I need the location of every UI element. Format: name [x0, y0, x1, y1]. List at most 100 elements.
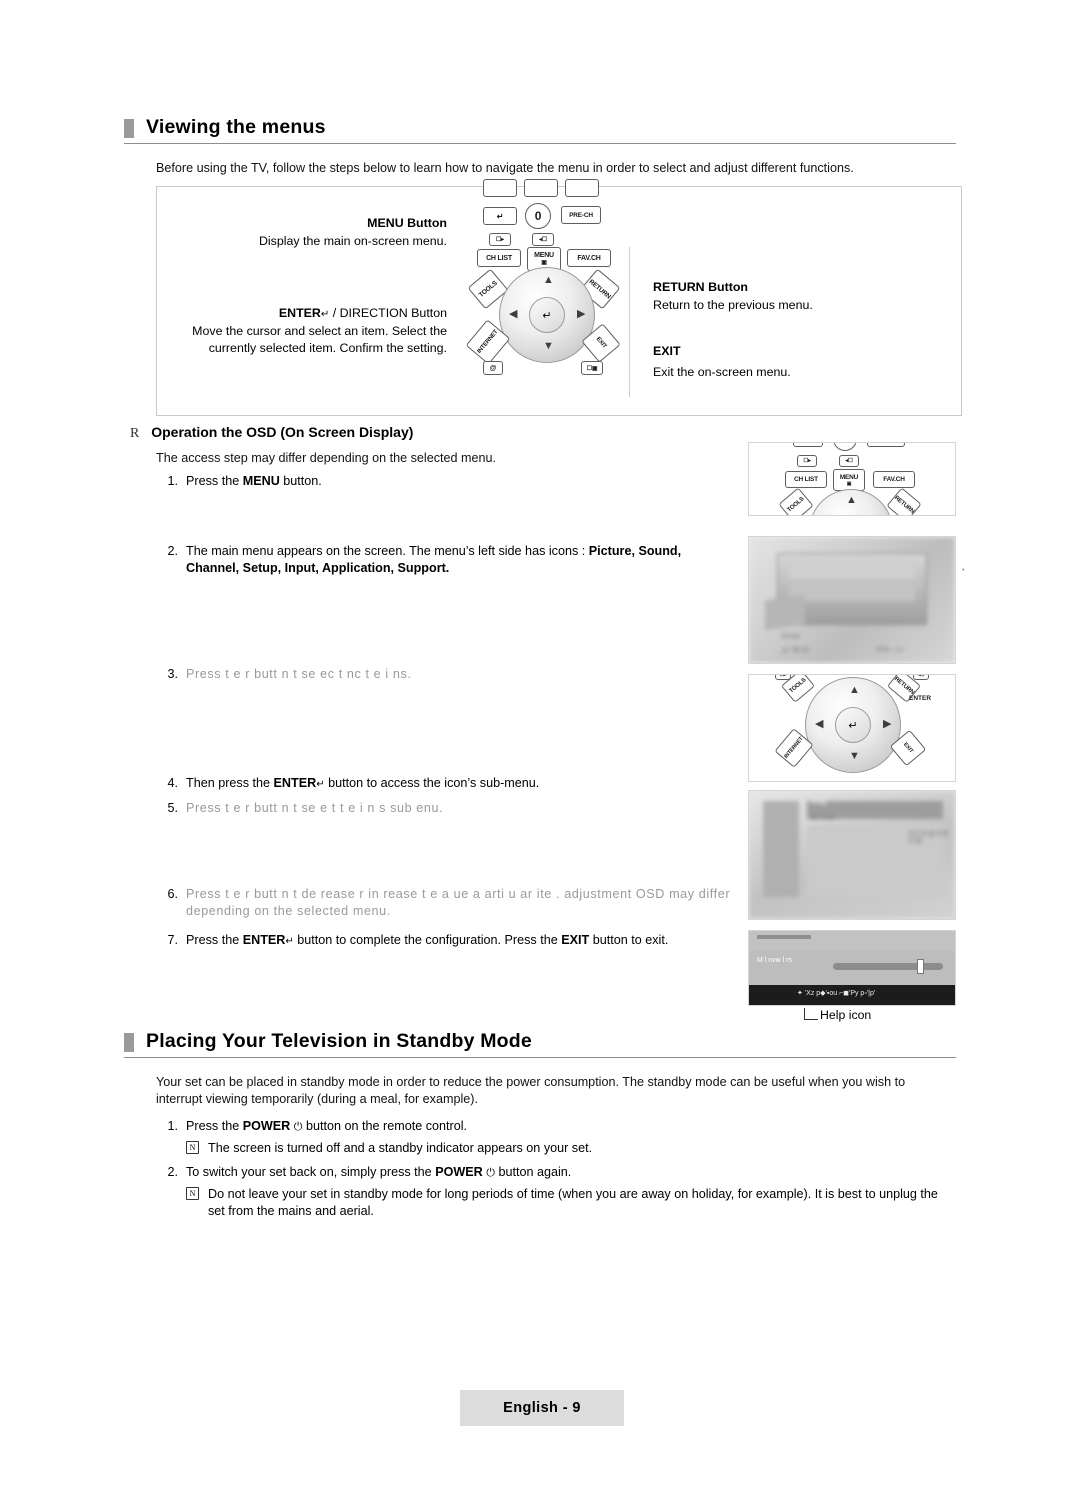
thumb3-enter-button: ↵	[835, 707, 871, 743]
thumb3-marker-left: ☐▸	[775, 675, 791, 680]
remote-key-marker-2: ◂☐	[532, 233, 554, 246]
help-icon-caption: Help icon	[820, 1008, 872, 1022]
menu-button-description: Display the main on-screen menu.	[258, 234, 447, 248]
return-button-description: Return to the previous menu.	[653, 298, 813, 312]
thumb1-key-tools: TOOLS	[778, 487, 814, 515]
help-icon-leader-line	[804, 1008, 818, 1020]
thumb1-key-menu: MENU ▣	[833, 469, 865, 491]
step-number: 4.	[167, 776, 178, 790]
step-number: 5.	[167, 801, 178, 815]
page-footer: English - 9	[460, 1390, 624, 1426]
osd-bullet-icon: R	[130, 426, 140, 441]
step-number: 2.	[167, 544, 178, 558]
remote-key-blank-2	[524, 179, 558, 197]
osd-step-3: 3. Press t e r butt n t se ec t nc t e i…	[156, 666, 726, 683]
osd-subheading-text: Operation the OSD (On Screen Display)	[151, 424, 414, 440]
return-button-label: RETURN Button	[653, 279, 748, 296]
remote-key-menu-label: MENU	[534, 252, 554, 259]
enter-glyph-icon: ↵	[320, 309, 330, 320]
thumbnail-adjust-screen: M l nvw l rs ✦ 'Xz p◆'▪ᴏu ⌐◼'Py p▫'|p'	[748, 930, 956, 1006]
thumb3-left-arrow-icon: ◀	[815, 718, 824, 730]
step-text: Press the POWER ⏻ button on the remote c…	[186, 1119, 468, 1133]
osd-note-paragraph: The access step may differ depending on …	[156, 451, 497, 465]
step-text: Then press the ENTER↵ button to access t…	[186, 776, 540, 790]
heading-text: Viewing the menus	[146, 116, 326, 138]
thumb1-key-ch-list: CH LIST	[785, 471, 827, 488]
remote-key-blank-3	[565, 179, 599, 197]
remote-key-marker-1: ☐▸	[489, 233, 511, 246]
step-number: 2.	[167, 1165, 178, 1179]
thumb1-key-pre-ch: PRE-CH	[867, 443, 905, 447]
step-text-faded: Press t e r butt n t de rease r in rease…	[186, 887, 731, 918]
osd-subheading: R Operation the OSD (On Screen Display)	[130, 424, 413, 442]
thumb1-key-menu-glyph-icon: ▣	[846, 480, 852, 487]
standby-note-1: N The screen is turned off and a standby…	[186, 1140, 786, 1157]
enter-direction-label: ENTER↵ / DIRECTION Button	[177, 305, 447, 324]
step-text: Press t e r butt n t se ec t nc t e i ns…	[186, 667, 412, 681]
osd-step-4: 4. Then press the ENTER↵ button to acces…	[156, 775, 726, 793]
section-heading-viewing-the-menus: Viewing the menus	[124, 116, 956, 144]
note-icon: N	[186, 1187, 199, 1200]
wheel-down-arrow-icon: ▼	[543, 340, 554, 352]
step-text: To switch your set back on, simply press…	[186, 1165, 572, 1179]
enter-glyph-icon: ↵	[316, 779, 325, 790]
standby-note-2: N Do not leave your set in standby mode …	[186, 1186, 946, 1220]
wheel-enter-button: ↵	[529, 297, 565, 333]
step-text: The main menu appears on the screen. The…	[186, 544, 682, 575]
thumb5-slider-track	[833, 963, 943, 970]
step-number: 1.	[167, 474, 178, 488]
standby-step-2: 2. To switch your set back on, simply pr…	[156, 1164, 756, 1182]
osd-step-1: 1. Press the MENU button.	[156, 473, 716, 490]
thumb1-marker-2: ◂☐	[839, 455, 859, 467]
thumb4-blurred-content: Xrog' M l nvw E'D E'@ E'B E'@	[749, 791, 955, 919]
step-number: 6.	[167, 887, 178, 901]
thumb5-label: M l nvw l rs	[757, 957, 792, 964]
step-text: Press the MENU button.	[186, 474, 322, 488]
remote-key-blank-1	[483, 179, 517, 197]
wheel-left-arrow-icon: ◀	[509, 308, 518, 320]
thumb2-row-1	[789, 561, 915, 579]
remote-key-zero: 0	[525, 203, 551, 229]
thumb4-rows: E'D E'@ E'B E'@	[909, 831, 948, 845]
remote-key-pre-ch: PRE-CH	[561, 206, 601, 224]
wheel-up-arrow-icon: ▲	[543, 274, 554, 286]
return-label-text: RETURN Button	[653, 280, 748, 294]
thumb3-down-arrow-icon: ▼	[849, 750, 860, 762]
thumb3-graphic: TOOLS RETURN ☐▸ ◂☐ ↵ ▲ ▼ ◀ ▶ INTERNET EX…	[774, 675, 943, 781]
step-text: Press t e r butt n t de rease r in rease…	[186, 886, 731, 920]
thumb1-key-enter: ↵	[793, 443, 823, 447]
thumbnail-remote-keypad: ↵ 0 PRE-CH ☐▸ ◂☐ CH LIST MENU ▣ FAV.CH T…	[748, 442, 956, 516]
remote-key-ch-list: CH LIST	[477, 249, 521, 267]
power-icon: ⏻	[293, 1121, 303, 1133]
thumbnail-direction-wheel: TOOLS RETURN ☐▸ ◂☐ ↵ ▲ ▼ ◀ ▶ INTERNET EX…	[748, 674, 956, 782]
thumb1-key-return: RETURN	[886, 487, 922, 515]
thumb2-row-2	[789, 583, 915, 601]
thumb5-top-strip	[749, 931, 955, 951]
exit-button-description: Exit the on-screen menu.	[653, 365, 791, 379]
remote-key-fav-ch: FAV.CH	[567, 249, 611, 267]
osd-step-5: 5. Press t e r butt n t se e t t e i n s…	[156, 800, 726, 817]
wheel-right-arrow-icon: ▶	[577, 308, 586, 320]
thumb5-slider-handle	[917, 959, 924, 974]
manual-page: Viewing the menus Before using the TV, f…	[0, 0, 1080, 1488]
remote-illustration: ↵ 0 PRE-CH ☐▸ ◂☐ CH LIST MENU ▣ FAV.CH T…	[465, 179, 637, 419]
thumb1-key-menu-label: MENU	[839, 473, 859, 481]
thumb2-text-b: _ty '3R |4'	[779, 647, 810, 654]
thumb1-up-arrow-icon: ▲	[846, 494, 857, 506]
heading-text: Placing Your Television in Standby Mode	[146, 1030, 532, 1052]
thumb5-tick-row	[757, 935, 811, 939]
menu-button-label-text: MENU Button	[367, 216, 447, 230]
standby-step-1: 1. Press the POWER ⏻ button on the remot…	[156, 1118, 756, 1136]
thumbnail-submenu-screen: Xrog' M l nvw E'D E'@ E'B E'@	[748, 790, 956, 920]
remote-key-menu-glyph-icon: ▣	[541, 260, 547, 266]
step-number: 1.	[167, 1119, 178, 1133]
step-number: 7.	[167, 933, 178, 947]
thumb4-title: Xrog'	[811, 799, 828, 806]
direction-label-text: / DIRECTION Button	[329, 306, 447, 320]
remote-key-at: @	[483, 361, 503, 375]
enter-label-text: ENTER	[278, 306, 321, 320]
power-icon: ⏻	[486, 1167, 495, 1179]
exit-button-label: EXIT	[653, 343, 681, 360]
section-heading-standby-mode: Placing Your Television in Standby Mode	[124, 1030, 956, 1058]
thumb3-right-arrow-icon: ▶	[883, 718, 892, 730]
